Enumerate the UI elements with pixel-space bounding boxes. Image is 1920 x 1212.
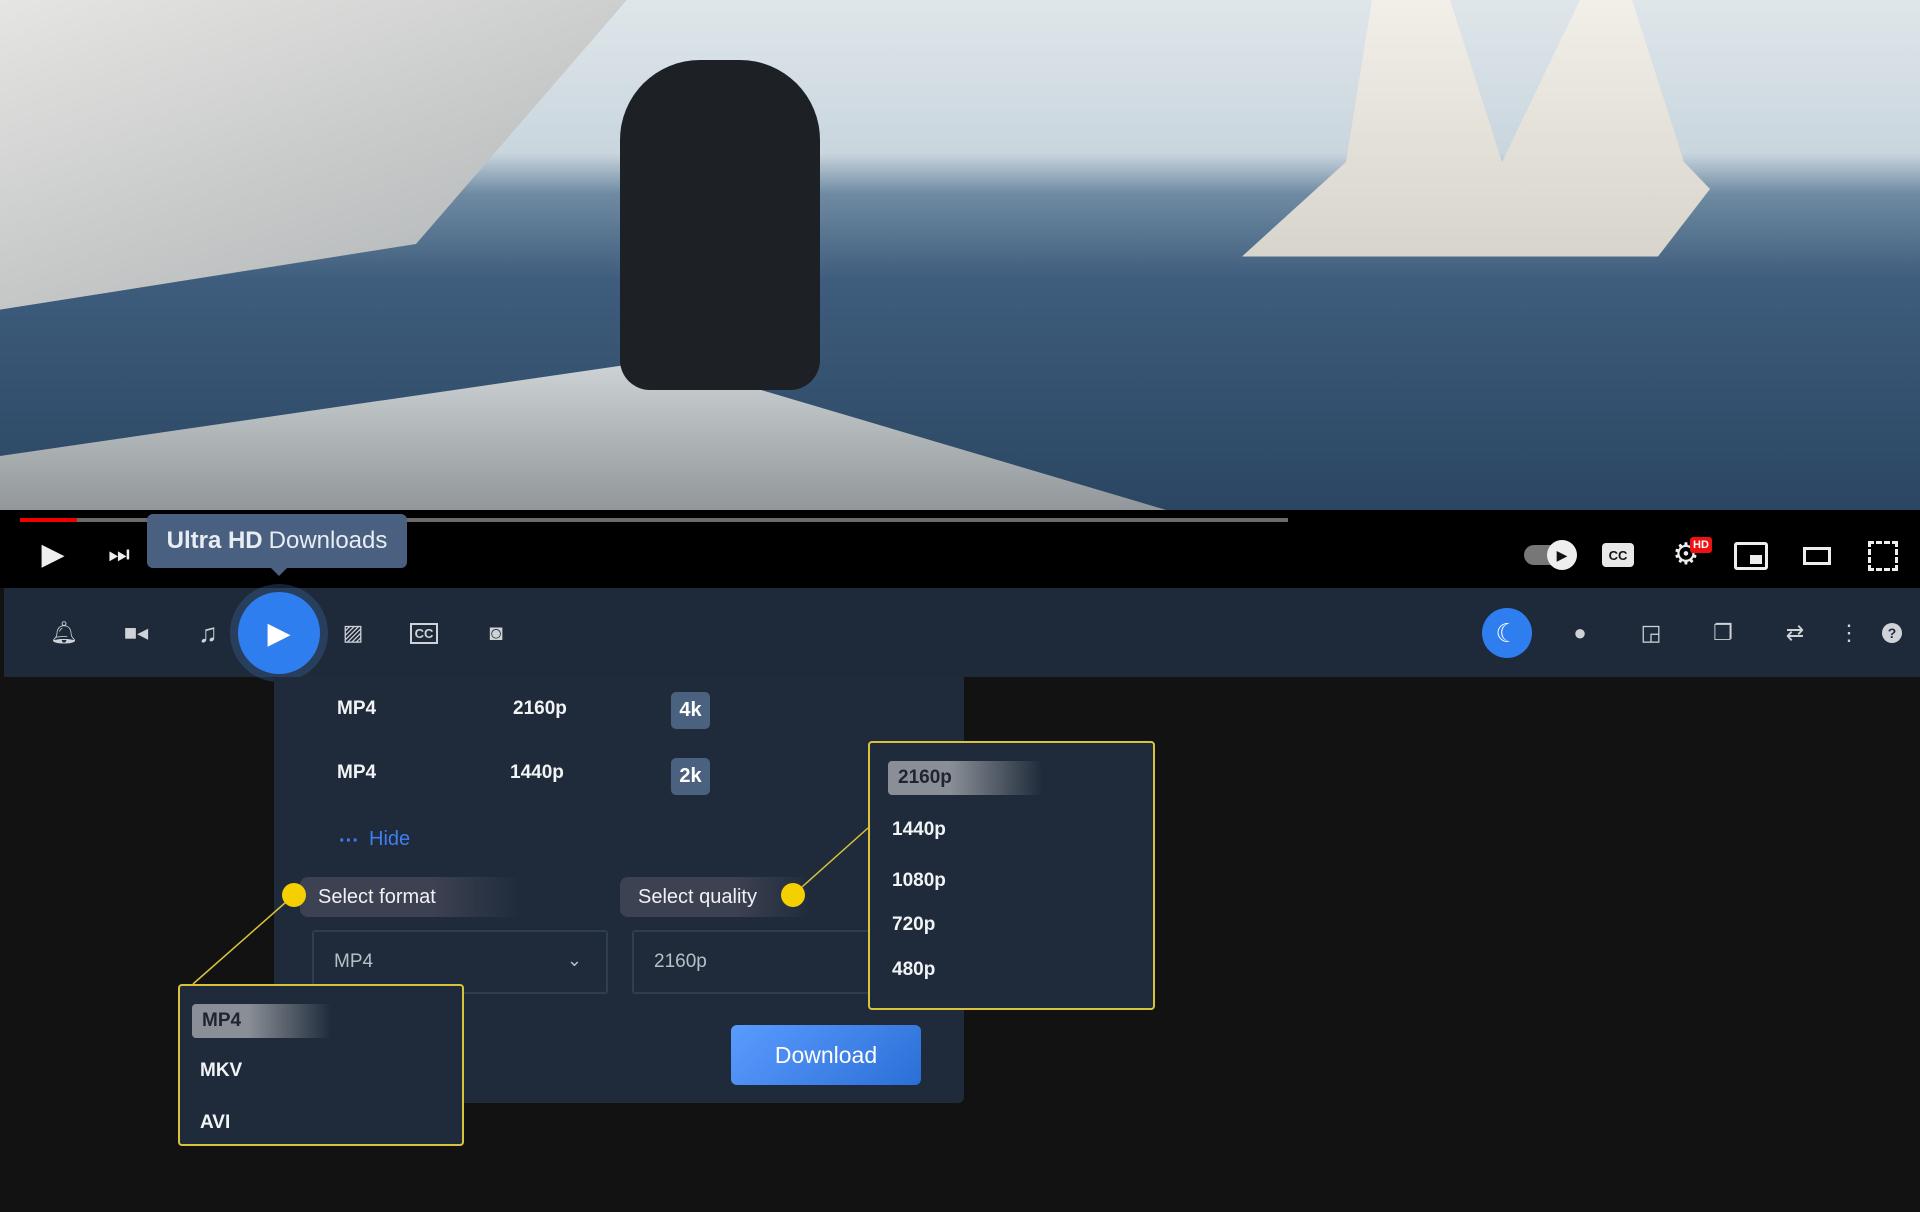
format-option[interactable]: MP4 [192,1004,332,1038]
quality-dropdown: 2160p 1440p 1080p 720p 480p [868,741,1155,1010]
format-option[interactable]: AVI [200,1112,230,1134]
quality-option[interactable]: 2160p [888,761,1042,795]
download-button[interactable]: Download [731,1025,921,1085]
format-option[interactable]: MKV [200,1060,242,1082]
format-connector [192,894,295,985]
quality-option[interactable]: 1440p [892,819,946,841]
quality-option[interactable]: 480p [892,959,935,981]
quality-option[interactable]: 720p [892,914,935,936]
chevron-down-icon: ⌄ [566,950,582,970]
select-format-label: Select format [300,877,520,917]
format-select-value: MP4 [334,951,374,972]
format-dropdown: MP4 MKV AVI [178,984,464,1146]
format-hotspot [282,883,306,907]
quality-hotspot [781,883,805,907]
quality-select[interactable]: 2160p [632,930,882,994]
quality-select-value: 2160p [654,951,707,972]
quality-option[interactable]: 1080p [892,870,946,892]
